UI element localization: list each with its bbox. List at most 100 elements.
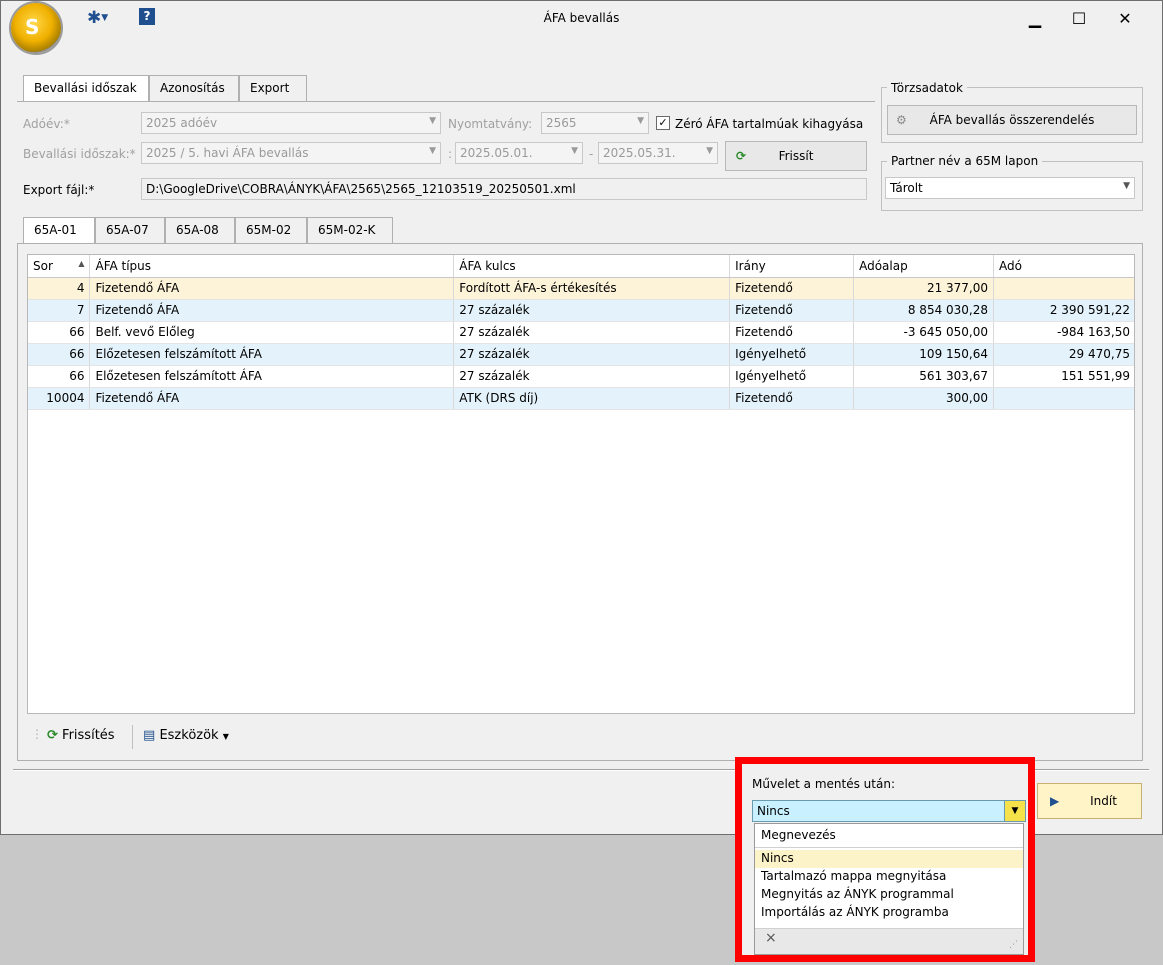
table-row[interactable]: 4 Fizetendő ÁFA Fordított ÁFA-s értékesíté… <box>28 277 1134 300</box>
resize-grip-icon[interactable]: ⋰ <box>1009 940 1018 950</box>
option-import-anyk[interactable]: Importálás az ÁNYK programba <box>755 904 1023 922</box>
refresh-icon: ⟳ <box>736 149 747 163</box>
start-button[interactable]: ▶ Indít <box>1037 783 1142 819</box>
chevron-down-icon: ▼ <box>222 732 229 741</box>
maximize-button[interactable]: ☐ <box>1067 7 1091 31</box>
master-data-title: Törzsadatok <box>887 81 967 95</box>
table-cell <box>993 387 1134 410</box>
table-cell: 300,00 <box>853 387 995 410</box>
zero-vat-label: Zéró ÁFA tartalmúak kihagyása <box>675 117 864 131</box>
form-label: Nyomtatvány: <box>448 117 533 131</box>
main-window: S ✱▼ ? ÁFA bevallás ▁ ☐ ✕ Bevallási idős… <box>0 0 1163 835</box>
grid-search-icon: ▤ <box>143 728 156 743</box>
zero-vat-checkbox[interactable]: ✓ <box>656 116 670 130</box>
dropdown-footer <box>755 928 1023 954</box>
table-row[interactable]: 66 Előzetesen felszámított ÁFA 27 százalék… <box>28 365 1134 388</box>
tools-button[interactable]: ▤ Eszközök ▼ <box>143 728 229 743</box>
table-cell: -984 163,50 <box>993 321 1134 344</box>
table-cell: 4 <box>28 277 91 300</box>
after-save-label: Művelet a mentés után: <box>752 777 895 791</box>
table-cell: 151 551,99 <box>993 365 1134 388</box>
chevron-down-icon: ▼ <box>429 146 436 156</box>
table-cell: 2 390 591,22 <box>993 299 1134 322</box>
table-cell: Fizetendő ÁFA <box>89 277 455 300</box>
grid-table: Sor ▲ ÁFA típus ÁFA kulcs Irány Adóalap A… <box>28 255 1134 410</box>
table-cell: ATK (DRS díj) <box>453 387 731 410</box>
export-label: Export fájl:* <box>23 183 95 197</box>
tab-65a-07[interactable]: 65A-07 <box>95 217 165 243</box>
tab-65a-01[interactable]: 65A-01 <box>23 217 95 244</box>
toolbar-separator <box>132 725 133 749</box>
table-row[interactable]: 66 Belf. vevő Előleg 27 százalék Fizetendő -… <box>28 321 1134 344</box>
date-dash: - <box>589 147 594 161</box>
table-cell: 561 303,67 <box>853 365 995 388</box>
tab-bevallasi-idoszak[interactable]: Bevallási időszak <box>23 75 149 102</box>
partner-select[interactable]: Tárolt ▼ <box>885 177 1135 199</box>
column-header-afa-tipus[interactable]: ÁFA típus <box>89 255 455 278</box>
option-nincs[interactable]: Nincs <box>755 850 1023 868</box>
column-header-ado[interactable]: Adó <box>993 255 1134 278</box>
table-cell: Fizetendő <box>729 387 855 410</box>
refresh-button[interactable]: ⟳ Frissít <box>725 141 867 171</box>
table-cell: 29 470,75 <box>993 343 1134 366</box>
minimize-button[interactable]: ▁ <box>1023 7 1047 31</box>
chevron-down-icon: ▼ <box>637 116 644 126</box>
export-file-field[interactable]: D:\GoogleDrive\COBRA\ÁNYK\ÁFA\2565\2565_… <box>141 178 867 200</box>
table-cell: -3 645 050,00 <box>853 321 995 344</box>
column-header-sor[interactable]: Sor ▲ <box>28 255 91 278</box>
date-from-select[interactable]: 2025.05.01. ▼ <box>455 142 583 164</box>
table-cell: 27 százalék <box>453 321 731 344</box>
table-row[interactable]: 7 Fizetendő ÁFA 27 százalék Fizetendő 8 854 … <box>28 299 1134 322</box>
table-cell: 21 377,00 <box>853 277 995 300</box>
date-to-select[interactable]: 2025.05.31. ▼ <box>598 142 718 164</box>
tab-export[interactable]: Export <box>239 75 307 101</box>
refresh-icon: ⟳ <box>47 728 58 743</box>
tab-65m-02[interactable]: 65M-02 <box>235 217 307 243</box>
chevron-down-icon: ▼ <box>706 146 713 156</box>
close-button[interactable]: ✕ <box>1113 7 1137 31</box>
form-select[interactable]: 2565 ▼ <box>541 112 649 134</box>
table-row[interactable]: 10004 Fizetendő ÁFA ATK (DRS díj) Fizetendő… <box>28 387 1134 410</box>
table-cell: 27 százalék <box>453 343 731 366</box>
column-header-afa-kulcs[interactable]: ÁFA kulcs <box>453 255 731 278</box>
assign-button[interactable]: ⚙ ÁFA bevallás összerendelés <box>887 105 1137 135</box>
play-icon: ▶ <box>1050 794 1060 808</box>
table-cell: 27 százalék <box>453 365 731 388</box>
table-row[interactable]: 66 Előzetesen felszámított ÁFA 27 százalék… <box>28 343 1134 366</box>
column-header-irany[interactable]: Irány <box>729 255 855 278</box>
table-cell: 66 <box>28 343 91 366</box>
table-cell <box>993 277 1134 300</box>
chevron-down-icon[interactable]: ▼ <box>1004 800 1026 822</box>
period-select[interactable]: 2025 / 5. havi ÁFA bevallás ▼ <box>141 142 441 164</box>
table-cell: Fordított ÁFA-s értékesítés <box>453 277 731 300</box>
after-save-select[interactable]: Nincs <box>752 800 1026 822</box>
table-cell: 66 <box>28 321 91 344</box>
tab-azonositas[interactable]: Azonosítás <box>149 75 239 101</box>
period-label: Bevallási időszak:* <box>23 147 136 161</box>
grid-refresh-button[interactable]: ⟳ Frissítés <box>47 728 115 743</box>
sort-asc-icon: ▲ <box>78 258 85 268</box>
partner-title: Partner név a 65M lapon <box>887 154 1043 168</box>
chevron-down-icon: ▼ <box>571 146 578 156</box>
tab-65m-02-k[interactable]: 65M-02-K <box>307 217 393 243</box>
table-cell: 66 <box>28 365 91 388</box>
table-cell: Igényelhető <box>729 365 855 388</box>
table-cell: 10004 <box>28 387 91 410</box>
after-save-dropdown-list: Megnevezés Nincs Tartalmazó mappa megnyi… <box>754 823 1024 955</box>
table-cell: 8 854 030,28 <box>853 299 995 322</box>
table-cell: 27 százalék <box>453 299 731 322</box>
year-label: Adóév:* <box>23 117 70 131</box>
table-cell: Előzetesen felszámított ÁFA <box>89 343 455 366</box>
year-select[interactable]: 2025 adóév ▼ <box>141 112 441 134</box>
column-header-adoalap[interactable]: Adóalap <box>853 255 995 278</box>
table-cell: Fizetendő ÁFA <box>89 299 455 322</box>
option-folder[interactable]: Tartalmazó mappa megnyitása <box>755 868 1023 886</box>
dropdown-header: Megnevezés <box>755 824 1023 848</box>
vat-grid[interactable]: Sor ▲ ÁFA típus ÁFA kulcs Irány Adóalap A… <box>27 254 1135 714</box>
tab-65a-08[interactable]: 65A-08 <box>165 217 235 243</box>
table-cell: Fizetendő <box>729 299 855 322</box>
chevron-down-icon: ▼ <box>429 116 436 126</box>
gear-icon: ⚙ <box>896 113 907 127</box>
option-open-anyk[interactable]: Megnyitás az ÁNYK programmal <box>755 886 1023 904</box>
clear-icon[interactable]: × <box>765 930 777 946</box>
